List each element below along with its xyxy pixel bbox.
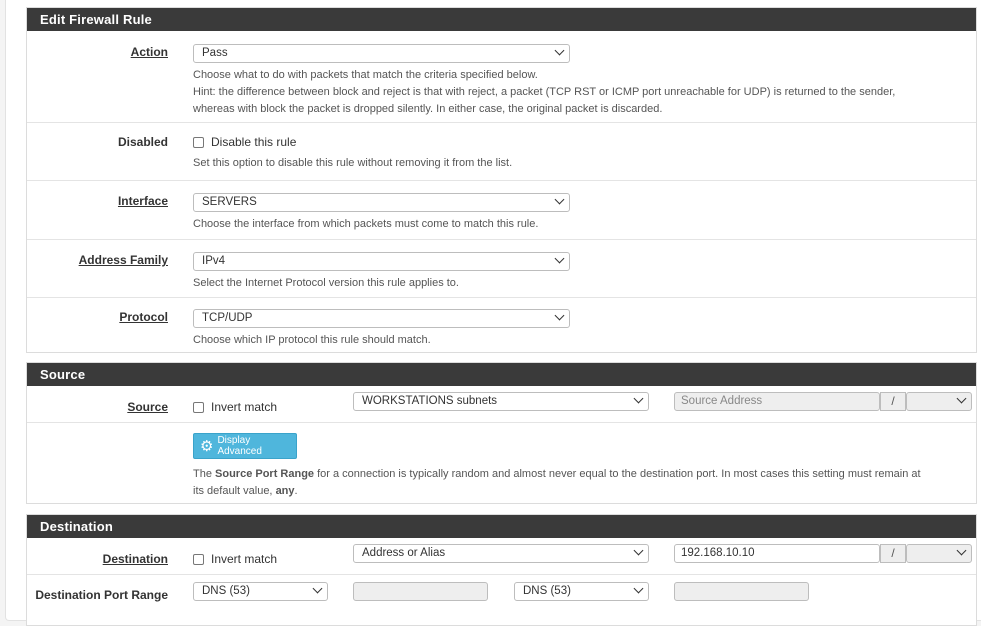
chevron-down-icon (956, 393, 967, 404)
source-label: Source (127, 400, 168, 414)
interface-label: Interface (117, 194, 168, 208)
chevron-down-icon (554, 253, 565, 264)
action-help: Choose what to do with packets that matc… (193, 67, 895, 118)
disabled-row: Disabled Disable this rule Set this opti… (27, 122, 976, 180)
source-port-help-line1: The Source Port Range for a connection i… (193, 468, 921, 480)
source-port-help-line2: its default value, any. (193, 485, 298, 497)
checkbox-box[interactable] (193, 401, 204, 413)
destination-invert-checkbox[interactable]: Invert match (193, 552, 277, 566)
edit-firewall-rule-panel: Edit Firewall Rule Action Pass Choose wh… (26, 7, 977, 353)
action-label: Action (130, 45, 168, 59)
display-advanced-label: Display Advanced (217, 435, 262, 457)
destination-address-input[interactable]: 192.168.10.10 (674, 544, 880, 563)
checkbox-box[interactable] (193, 553, 204, 565)
source-panel-title: Source (27, 363, 976, 386)
protocol-help: Choose which IP protocol this rule shoul… (193, 334, 431, 346)
source-panel: Source Source Invert match WORKSTATIONS … (26, 362, 977, 504)
action-row: Action Pass Choose what to do with packe… (27, 31, 976, 122)
address-family-select[interactable]: IPv4 (193, 252, 570, 271)
gear-icon: ⚙ (200, 437, 214, 455)
address-family-row: Address Family IPv4 Select the Internet … (27, 239, 976, 297)
chevron-down-icon (956, 545, 967, 556)
disabled-label: Disabled (117, 135, 168, 149)
address-family-label: Address Family (78, 253, 168, 267)
destination-port-range-label: Destination Port Range (35, 588, 168, 602)
chevron-down-icon (633, 393, 644, 404)
interface-select-value: SERVERS (202, 196, 257, 208)
source-mask-slash: / (880, 392, 906, 411)
action-help-line1: Choose what to do with packets that matc… (193, 69, 538, 81)
protocol-label: Protocol (119, 310, 168, 324)
protocol-select[interactable]: TCP/UDP (193, 309, 570, 328)
interface-help: Choose the interface from which packets … (193, 218, 539, 230)
destination-row: Destination Invert match Address or Alia… (27, 538, 976, 574)
chevron-down-icon (633, 545, 644, 556)
source-address-input[interactable]: Source Address (674, 392, 880, 411)
interface-select[interactable]: SERVERS (193, 193, 570, 212)
destination-from-port-value: DNS (53) (202, 585, 250, 597)
address-family-help: Select the Internet Protocol version thi… (193, 277, 459, 289)
interface-row: Interface SERVERS Choose the interface f… (27, 180, 976, 239)
action-help-line2: Hint: the difference between block and r… (193, 86, 896, 98)
address-family-select-value: IPv4 (202, 255, 226, 267)
display-advanced-button[interactable]: ⚙ Display Advanced (193, 433, 297, 459)
destination-invert-label: Invert match (211, 552, 278, 566)
destination-to-port-value: DNS (53) (523, 585, 571, 597)
panel-title: Edit Firewall Rule (27, 8, 976, 31)
disable-rule-checkbox-label: Disable this rule (211, 135, 297, 149)
destination-panel-title: Destination (27, 515, 976, 538)
source-port-help: The Source Port Range for a connection i… (193, 466, 921, 500)
disabled-help: Set this option to disable this rule wit… (193, 157, 513, 169)
destination-type-select[interactable]: Address or Alias (353, 544, 649, 563)
source-row: Source Invert match WORKSTATIONS subnets… (27, 386, 976, 422)
destination-mask-select[interactable] (906, 544, 972, 563)
action-select[interactable]: Pass (193, 44, 570, 63)
source-advanced-row: ⚙ Display Advanced The Source Port Range… (27, 422, 976, 503)
destination-from-custom-input[interactable] (353, 582, 488, 601)
destination-from-port-select[interactable]: DNS (53) (193, 582, 328, 601)
chevron-down-icon (554, 194, 565, 205)
chevron-down-icon (633, 583, 644, 594)
protocol-row: Protocol TCP/UDP Choose which IP protoco… (27, 297, 976, 354)
destination-mask-slash: / (880, 544, 906, 563)
disable-rule-checkbox[interactable]: Disable this rule (193, 135, 296, 149)
action-help-line3: whereas with block the packet is dropped… (193, 103, 663, 115)
chevron-down-icon (554, 310, 565, 321)
protocol-select-value: TCP/UDP (202, 312, 253, 324)
destination-port-row: Destination Port Range DNS (53) DNS (53) (27, 574, 976, 625)
source-invert-label: Invert match (211, 400, 278, 414)
source-type-select[interactable]: WORKSTATIONS subnets (353, 392, 649, 411)
chevron-down-icon (312, 583, 323, 594)
destination-to-port-select[interactable]: DNS (53) (514, 582, 649, 601)
checkbox-box[interactable] (193, 136, 204, 148)
destination-panel: Destination Destination Invert match Add… (26, 514, 977, 626)
source-invert-checkbox[interactable]: Invert match (193, 400, 277, 414)
destination-to-custom-input[interactable] (674, 582, 809, 601)
source-type-value: WORKSTATIONS subnets (362, 395, 498, 407)
source-mask-select[interactable] (906, 392, 972, 411)
destination-label: Destination (102, 552, 168, 566)
action-select-value: Pass (202, 47, 228, 59)
chevron-down-icon (554, 45, 565, 56)
destination-type-value: Address or Alias (362, 547, 446, 559)
